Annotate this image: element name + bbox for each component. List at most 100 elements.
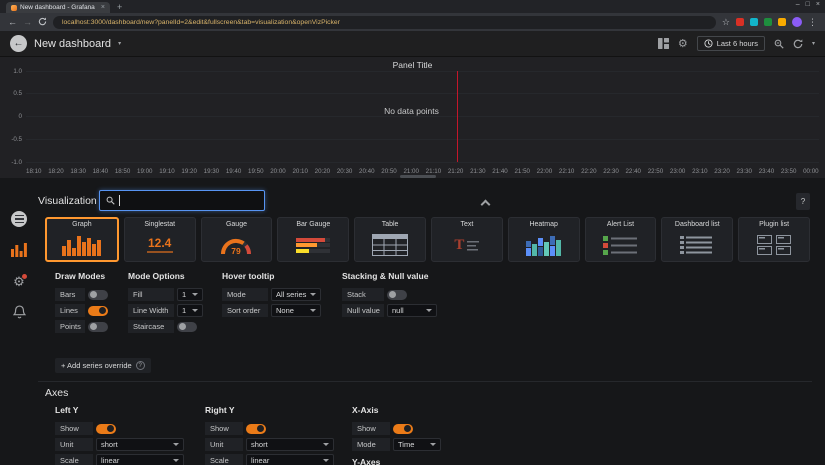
help-button[interactable]: ? — [796, 193, 810, 210]
extension-icon[interactable] — [750, 18, 758, 26]
window-maximize-icon[interactable]: □ — [806, 1, 810, 8]
visualization-header: Visualization — [38, 190, 265, 211]
dashboard-title-caret-icon[interactable]: ▾ — [118, 40, 121, 47]
x-tick: 18:50 — [115, 168, 130, 175]
bookmark-star-icon[interactable]: ☆ — [722, 18, 730, 27]
viz-card-text[interactable]: Text T — [431, 217, 503, 262]
left-y-scale-select[interactable]: linear — [96, 454, 184, 465]
field-label: Show — [55, 422, 93, 435]
tooltip-mode-select[interactable]: All series — [271, 288, 321, 301]
tab-title: New dashboard - Grafana — [20, 4, 95, 11]
back-icon[interactable]: ← — [8, 18, 17, 27]
stack-toggle[interactable] — [387, 290, 407, 300]
extension-icon[interactable] — [778, 18, 786, 26]
line-width-select[interactable]: 1 — [177, 304, 203, 317]
viz-card-label: Alert List — [607, 221, 634, 228]
time-range-picker[interactable]: Last 6 hours — [697, 36, 765, 51]
chevron-down-icon — [192, 309, 198, 312]
sort-order-select[interactable]: None — [271, 304, 321, 317]
viz-card-bar-gauge[interactable]: Bar Gauge — [277, 217, 349, 262]
dashboard-settings-gear-icon[interactable]: ⚙ — [678, 37, 688, 50]
viz-card-gauge[interactable]: Gauge 79 — [201, 217, 273, 262]
viz-card-table[interactable]: Table — [354, 217, 426, 262]
sidebar-menu-item[interactable] — [9, 209, 29, 229]
window-minimize-icon[interactable]: – — [796, 1, 800, 8]
screen: New dashboard - Grafana × + – □ × ← → lo… — [0, 0, 825, 465]
null-value-select[interactable]: null — [387, 304, 437, 317]
forward-icon[interactable]: → — [23, 18, 32, 27]
sidebar-configuration-item[interactable]: ⚙ — [9, 271, 29, 291]
lines-toggle[interactable] — [88, 306, 108, 316]
tab-close-icon[interactable]: × — [101, 4, 105, 11]
x-tick: 21:10 — [426, 168, 441, 175]
x-tick: 20:50 — [381, 168, 396, 175]
right-y-show-toggle[interactable] — [246, 424, 266, 434]
viz-card-heatmap[interactable]: Heatmap — [508, 217, 580, 262]
x-axis-show-toggle[interactable] — [393, 424, 413, 434]
select-value: None — [276, 306, 294, 315]
right-y-scale-select[interactable]: linear — [246, 454, 334, 465]
bar-chart-icon — [11, 243, 27, 257]
extension-icon[interactable] — [764, 18, 772, 26]
text-viz-icon: T — [432, 229, 502, 261]
field-label: Scale — [55, 454, 93, 465]
select-value: null — [392, 306, 404, 315]
viz-search-input[interactable] — [124, 196, 258, 205]
left-y-show-toggle[interactable] — [96, 424, 116, 434]
axes-section-title: Axes — [45, 387, 68, 399]
profile-avatar[interactable] — [792, 17, 802, 27]
text-letter: T — [454, 238, 464, 253]
x-tick: 19:50 — [248, 168, 263, 175]
refresh-icon[interactable] — [793, 39, 803, 49]
viz-card-alert-list[interactable]: Alert List — [585, 217, 657, 262]
x-tick: 23:10 — [692, 168, 707, 175]
collapse-chevron-up-icon[interactable] — [481, 200, 491, 210]
window-close-icon[interactable]: × — [816, 1, 820, 8]
graph-panel[interactable]: Panel Title 1.0 0.5 0 -0.5 -1.0 No data … — [0, 57, 825, 178]
sidebar-dashboards-item[interactable] — [9, 240, 29, 260]
x-tick: 21:30 — [470, 168, 485, 175]
panel-title[interactable]: Panel Title — [0, 60, 825, 70]
viz-card-dashboard-list[interactable]: Dashboard list — [661, 217, 733, 262]
field-label: Staircase — [128, 320, 174, 333]
browser-tab[interactable]: New dashboard - Grafana × — [6, 2, 110, 13]
select-value: linear — [101, 456, 119, 465]
x-tick: 19:30 — [204, 168, 219, 175]
right-y-unit-select[interactable]: short — [246, 438, 334, 451]
viz-card-plugin-list[interactable]: Plugin list — [738, 217, 810, 262]
viz-card-singlestat[interactable]: Singlestat 12.4 — [124, 217, 196, 262]
fill-select[interactable]: 1 — [177, 288, 203, 301]
select-value: 1 — [182, 290, 186, 299]
column-title: Left Y — [55, 405, 184, 415]
reload-icon[interactable] — [38, 17, 47, 28]
dashboard-back-button[interactable]: ← — [10, 35, 27, 52]
plugin-list-viz-icon — [739, 229, 809, 261]
viz-card-graph[interactable]: Graph — [45, 217, 119, 262]
new-tab-button[interactable]: + — [117, 1, 122, 13]
x-tick: 22:30 — [603, 168, 618, 175]
staircase-toggle[interactable] — [177, 322, 197, 332]
x-axis-mode-select[interactable]: Time — [393, 438, 441, 451]
sidebar-alerting-item[interactable] — [9, 302, 29, 322]
points-toggle[interactable] — [88, 322, 108, 332]
zoom-out-icon[interactable] — [774, 39, 784, 49]
viz-card-label: Text — [460, 221, 473, 228]
viz-search-box[interactable] — [99, 190, 265, 211]
extension-icon[interactable] — [736, 18, 744, 26]
left-y-unit-select[interactable]: short — [96, 438, 184, 451]
add-series-override-button[interactable]: + Add series override ? — [55, 358, 151, 373]
x-tick: 00:00 — [803, 168, 818, 175]
add-panel-icon[interactable] — [658, 38, 669, 49]
stacking-null-group: Stacking & Null value Stack Null valuenu… — [342, 271, 437, 320]
refresh-interval-caret-icon[interactable]: ▾ — [812, 40, 815, 47]
scrollbar-thumb[interactable] — [400, 175, 436, 178]
browser-menu-icon[interactable]: ⋮ — [808, 18, 817, 27]
url-bar[interactable]: localhost:3000/dashboard/new?panelId=2&e… — [53, 16, 716, 29]
y-tick: -0.5 — [4, 136, 26, 143]
field-label: Unit — [205, 438, 243, 451]
dashboard-title[interactable]: New dashboard — [34, 38, 111, 50]
no-data-message: No data points — [4, 106, 819, 116]
x-axis-column: X-Axis Show ModeTime — [352, 405, 441, 454]
bars-toggle[interactable] — [88, 290, 108, 300]
gridline — [26, 71, 819, 72]
